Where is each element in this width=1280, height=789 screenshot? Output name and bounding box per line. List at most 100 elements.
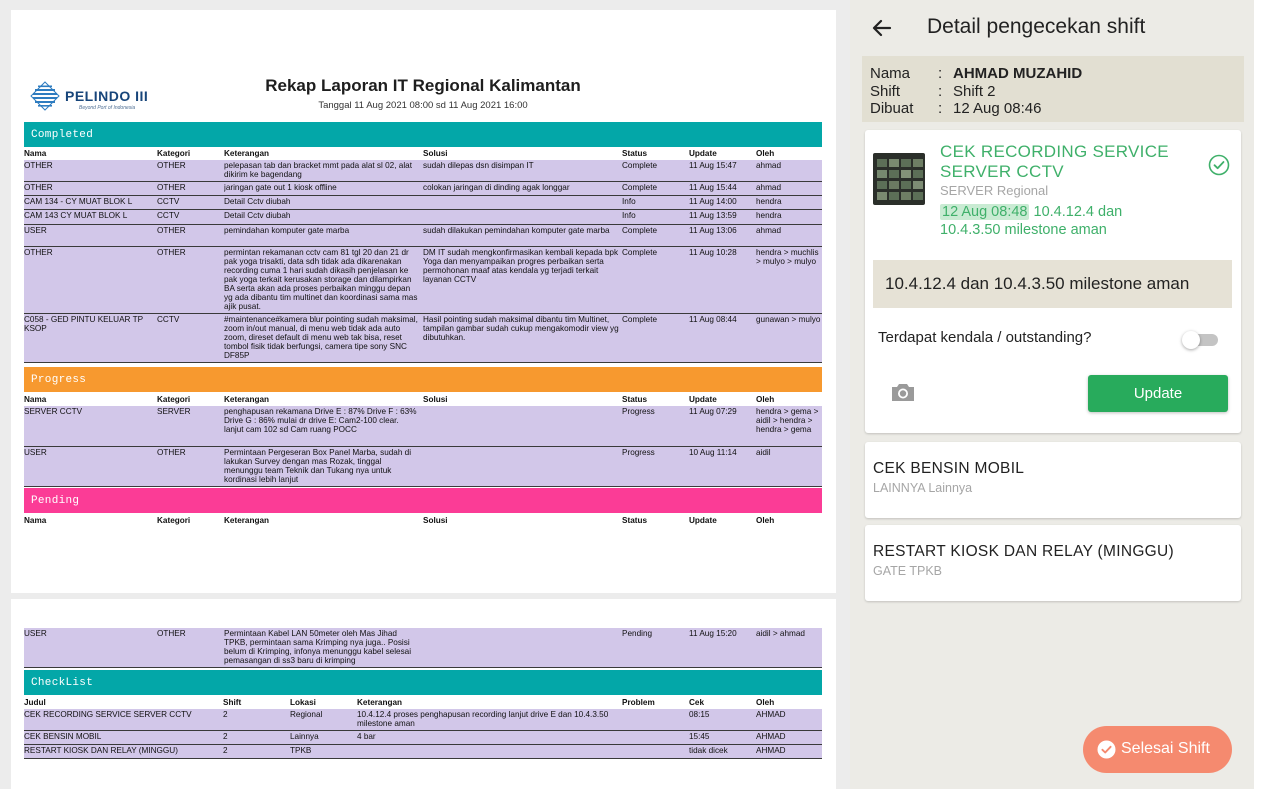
- col-oleh: Oleh: [756, 698, 775, 707]
- cell-solusi: colokan jaringan di dinding agak longgar: [423, 183, 570, 192]
- col-keterangan: Keterangan: [357, 698, 403, 707]
- col-solusi: Solusi: [423, 395, 448, 404]
- col-kategori: Kategori: [157, 516, 191, 525]
- cell-nama: CAM 134 - CY MUAT BLOK L: [24, 197, 133, 206]
- cell-oleh: aidil > ahmad: [756, 629, 805, 638]
- cell-judul: CEK RECORDING SERVICE SERVER CCTV: [24, 710, 192, 719]
- cell-kategori: CCTV: [157, 211, 180, 220]
- cell-oleh: ahmad: [756, 226, 782, 235]
- cell-keterangan: pelepasan tab dan bracket mmt pada alat …: [224, 161, 412, 179]
- table-header: Nama Kategori Keterangan Solusi Status U…: [24, 148, 822, 160]
- cell-kategori: OTHER: [157, 226, 186, 235]
- cell-update: 11 Aug 15:20: [689, 629, 737, 638]
- cell-keterangan: jaringan gate out 1 kiosk offline: [224, 183, 337, 192]
- cell-keterangan: Detail Cctv diubah: [224, 211, 291, 220]
- table-row: USER OTHER Permintaan Kabel LAN 50meter …: [24, 628, 822, 668]
- finish-shift-button[interactable]: Selesai Shift: [1083, 726, 1232, 773]
- cell-update: 11 Aug 15:44: [689, 183, 737, 192]
- finish-shift-label: Selesai Shift: [1121, 740, 1210, 757]
- cell-update: 11 Aug 08:44: [689, 315, 737, 324]
- table-header: Nama Kategori Keterangan Solusi Status U…: [24, 515, 822, 527]
- table-header: Judul Shift Lokasi Keterangan Problem Ce…: [24, 697, 822, 709]
- cell-status: Complete: [622, 161, 658, 170]
- col-status: Status: [622, 149, 648, 158]
- back-arrow-icon[interactable]: [868, 14, 896, 42]
- table-row: CAM 143 CY MUAT BLOK L CCTV Detail Cctv …: [24, 210, 822, 225]
- col-keterangan: Keterangan: [224, 395, 270, 404]
- col-solusi: Solusi: [423, 516, 448, 525]
- cell-nama: OTHER: [24, 161, 53, 170]
- cell-status: Complete: [622, 183, 658, 192]
- cell-status: Complete: [622, 248, 658, 257]
- col-shift: Shift: [223, 698, 242, 707]
- task-subtitle: GATE TPKB: [873, 564, 943, 578]
- report-subtitle: Tanggal 11 Aug 2021 08:00 sd 11 Aug 2021…: [318, 100, 528, 111]
- col-kategori: Kategori: [157, 149, 191, 158]
- table-row: SERVER CCTV SERVER penghapusan rekamana …: [24, 406, 822, 447]
- table-row: CAM 134 - CY MUAT BLOK L CCTV Detail Cct…: [24, 196, 822, 210]
- cell-update: 11 Aug 10:28: [689, 248, 737, 257]
- cell-kategori: OTHER: [157, 161, 186, 170]
- section-checklist-header: CheckList: [24, 670, 822, 695]
- cell-solusi: Hasil pointing sudah maksimal dibantu ti…: [423, 315, 619, 342]
- cell-keterangan: permintan rekamanan cctv cam 81 tgl 20 d…: [224, 248, 418, 311]
- report-viewer: PELINDO III Beyond Port of Indonesia Rek…: [0, 0, 850, 789]
- table-row: RESTART KIOSK DAN RELAY (MINGGU) 2 TPKB …: [24, 745, 822, 759]
- cell-status: Info: [622, 197, 636, 206]
- section-progress-header: Progress: [24, 367, 822, 392]
- cell-keterangan: Permintaan Kabel LAN 50meter oleh Mas Ji…: [224, 629, 412, 665]
- col-lokasi: Lokasi: [290, 698, 316, 707]
- table-row: C058 - GED PINTU KELUAR TP KSOP CCTV #ma…: [24, 314, 822, 363]
- answer-field[interactable]: 10.4.12.4 dan 10.4.3.50 milestone aman: [873, 260, 1232, 308]
- cell-cek: 15:45: [689, 732, 710, 741]
- task-card[interactable]: RESTART KIOSK DAN RELAY (MINGGU) GATE TP…: [865, 525, 1241, 601]
- cell-shift: 2: [223, 732, 228, 741]
- cell-update: 11 Aug 14:00: [689, 197, 737, 206]
- page-title: Detail pengecekan shift: [927, 15, 1146, 38]
- task-photo-thumbnail[interactable]: [873, 153, 925, 205]
- kendala-toggle[interactable]: [1182, 331, 1220, 349]
- task-card[interactable]: CEK BENSIN MOBIL LAINNYA Lainnya: [865, 442, 1241, 518]
- report-title: Rekap Laporan IT Regional Kalimantan: [265, 76, 581, 95]
- section-completed-header: Completed: [24, 122, 822, 147]
- cell-oleh: ahmad: [756, 161, 782, 170]
- cell-shift: 2: [223, 746, 228, 755]
- cell-keterangan: Permintaan Pergeseran Box Panel Marba, s…: [224, 448, 412, 484]
- col-nama: Nama: [24, 149, 47, 158]
- task-subtitle: SERVER Regional: [940, 183, 1049, 198]
- cell-status: Progress: [622, 407, 655, 416]
- col-keterangan: Keterangan: [224, 149, 270, 158]
- cell-oleh: ahmad: [756, 183, 782, 192]
- cell-judul: CEK BENSIN MOBIL: [24, 732, 102, 741]
- progress-table: Nama Kategori Keterangan Solusi Status U…: [24, 394, 822, 487]
- task-title: RESTART KIOSK DAN RELAY (MINGGU): [873, 543, 1174, 560]
- cell-status: Complete: [622, 226, 658, 235]
- checklist-table: Judul Shift Lokasi Keterangan Problem Ce…: [24, 697, 822, 759]
- table-row: CEK BENSIN MOBIL 2 Lainnya 4 bar 15:45 A…: [24, 731, 822, 745]
- info-shift-value: Shift 2: [953, 82, 996, 100]
- cell-keterangan: 4 bar: [357, 732, 376, 741]
- col-nama: Nama: [24, 516, 47, 525]
- col-update: Update: [689, 516, 717, 525]
- kendala-label: Terdapat kendala / outstanding?: [878, 329, 1092, 346]
- pending-table-continued: USER OTHER Permintaan Kabel LAN 50meter …: [24, 628, 822, 668]
- cell-lokasi: Lainnya: [290, 732, 319, 741]
- task-title: CEK BENSIN MOBIL: [873, 460, 1025, 477]
- cell-keterangan: Detail Cctv diubah: [224, 197, 291, 206]
- cell-solusi: sudah dilepas dsn disimpan IT: [423, 161, 534, 170]
- cell-oleh: aidil: [756, 448, 771, 457]
- info-nama: Nama : AHMAD MUZAHID: [870, 65, 1244, 83]
- update-button[interactable]: Update: [1088, 375, 1228, 412]
- cell-cek: 08:15: [689, 710, 710, 719]
- camera-icon[interactable]: [889, 380, 917, 404]
- cell-nama: SERVER CCTV: [24, 407, 83, 416]
- screen-edge: [1254, 0, 1280, 789]
- cell-update: 11 Aug 13:06: [689, 226, 737, 235]
- cell-nama: CAM 143 CY MUAT BLOK L: [24, 211, 128, 220]
- shift-info: Nama : AHMAD MUZAHID Shift : Shift 2 Dib…: [862, 56, 1244, 122]
- cell-kategori: OTHER: [157, 248, 186, 257]
- table-row: CEK RECORDING SERVICE SERVER CCTV 2 Regi…: [24, 709, 822, 731]
- col-kategori: Kategori: [157, 395, 191, 404]
- cell-nama: USER: [24, 448, 47, 457]
- cell-keterangan: pemindahan komputer gate marba: [224, 226, 350, 235]
